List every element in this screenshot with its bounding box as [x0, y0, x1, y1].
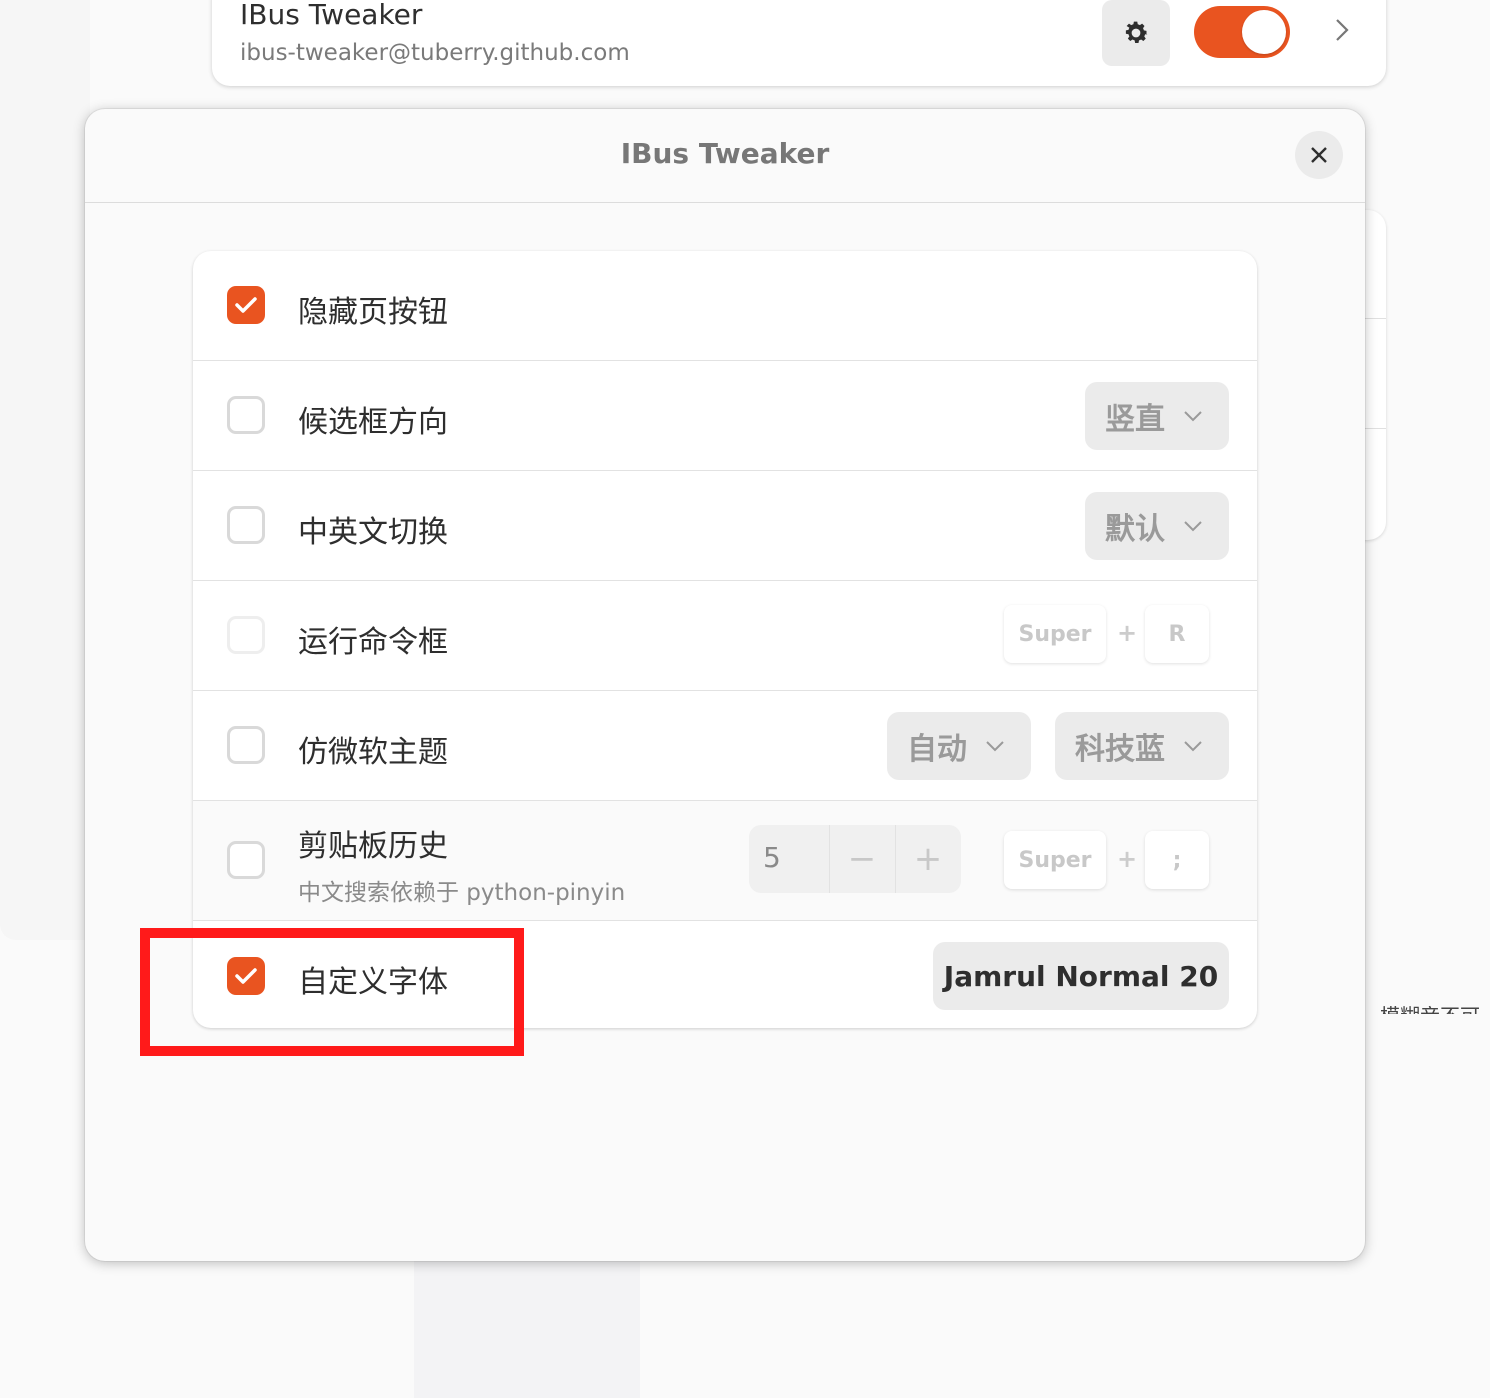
shortcut-plus: +	[1117, 619, 1138, 647]
settings-list: 隐藏页按钮 候选框方向 竖直 中英文切换 默认 运行命令框 Super + R …	[193, 251, 1257, 1028]
row-clipboard-history: 剪贴板历史 中文搜索依赖于 python-pinyin 5 − + Super …	[193, 801, 1257, 921]
row-hide-page-buttons: 隐藏页按钮	[193, 251, 1257, 361]
label-hide-page-buttons: 隐藏页按钮	[298, 295, 448, 330]
keycap-super[interactable]: Super	[1004, 605, 1106, 663]
chevron-down-icon	[1184, 741, 1202, 752]
row-custom-font: 自定义字体 Jamrul Normal 20	[193, 921, 1257, 1028]
checkbox-ms-theme[interactable]	[227, 726, 265, 764]
label-cn-en-switch: 中英文切换	[298, 515, 448, 550]
row-cn-en-switch: 中英文切换 默认	[193, 471, 1257, 581]
label-custom-font: 自定义字体	[298, 965, 448, 1000]
label-candidate-orientation: 候选框方向	[298, 405, 448, 440]
checkbox-clipboard-history[interactable]	[227, 841, 265, 879]
preferences-dialog: IBus Tweaker 隐藏页按钮 候选框方向 竖直 中英文切换 默认 运行命…	[85, 109, 1365, 1261]
dropdown-switch-mode[interactable]: 默认	[1085, 492, 1229, 560]
dropdown-orientation-value: 竖直	[1105, 402, 1165, 437]
checkbox-run-dialog[interactable]	[227, 616, 265, 654]
settings-button[interactable]	[1102, 0, 1170, 66]
checkbox-custom-font[interactable]	[227, 957, 265, 995]
row-ms-theme: 仿微软主题 自动 科技蓝	[193, 691, 1257, 801]
label-ms-theme: 仿微软主题	[298, 735, 448, 770]
row-run-dialog: 运行命令框 Super + R	[193, 581, 1257, 691]
dropdown-switch-mode-value: 默认	[1105, 512, 1165, 547]
dropdown-orientation[interactable]: 竖直	[1085, 382, 1229, 450]
font-chooser-button[interactable]: Jamrul Normal 20	[933, 942, 1229, 1010]
label-clipboard-history: 剪贴板历史	[298, 829, 448, 864]
dropdown-theme-mode-value: 自动	[907, 732, 967, 767]
chevron-right-icon[interactable]	[1332, 16, 1352, 44]
toggle-knob	[1242, 10, 1286, 54]
clipboard-count-spinner[interactable]: 5 − +	[749, 825, 961, 893]
sublabel-clipboard-history: 中文搜索依赖于 python-pinyin	[298, 880, 626, 906]
close-button[interactable]	[1295, 131, 1343, 179]
gear-icon	[1125, 21, 1148, 43]
background-strip	[414, 1260, 640, 1398]
extension-toggle[interactable]	[1194, 6, 1290, 58]
dialog-title: IBus Tweaker	[620, 137, 830, 170]
clipboard-count-value[interactable]: 5	[763, 841, 781, 874]
checkmark-icon	[235, 297, 257, 313]
dropdown-theme-color[interactable]: 科技蓝	[1055, 712, 1229, 780]
shortcut-plus: +	[1117, 845, 1138, 873]
chevron-down-icon	[1184, 521, 1202, 532]
checkbox-cn-en-switch[interactable]	[227, 506, 265, 544]
chevron-down-icon	[986, 741, 1004, 752]
row-candidate-orientation: 候选框方向 竖直	[193, 361, 1257, 471]
checkmark-icon	[235, 968, 257, 984]
decrement-button[interactable]: −	[829, 825, 895, 893]
keycap-r[interactable]: R	[1145, 605, 1209, 663]
checkbox-candidate-orientation[interactable]	[227, 396, 265, 434]
dialog-header: IBus Tweaker	[85, 109, 1365, 203]
label-run-dialog: 运行命令框	[298, 625, 448, 660]
extension-uuid: ibus-tweaker@tuberry.github.com	[240, 40, 630, 66]
background-right-text: 模糊音不可	[1380, 1000, 1480, 1014]
dropdown-theme-color-value: 科技蓝	[1075, 732, 1165, 767]
extension-row[interactable]: IBus Tweaker ibus-tweaker@tuberry.github…	[212, 0, 1386, 86]
chevron-down-icon	[1184, 411, 1202, 422]
background-panel-left	[0, 0, 90, 940]
dropdown-theme-mode[interactable]: 自动	[887, 712, 1031, 780]
extension-name: IBus Tweaker	[240, 0, 423, 31]
increment-button[interactable]: +	[895, 825, 961, 893]
close-icon	[1311, 147, 1327, 163]
keycap-super[interactable]: Super	[1004, 831, 1106, 889]
checkbox-hide-page-buttons[interactable]	[227, 286, 265, 324]
keycap-semicolon[interactable]: ;	[1145, 831, 1209, 889]
